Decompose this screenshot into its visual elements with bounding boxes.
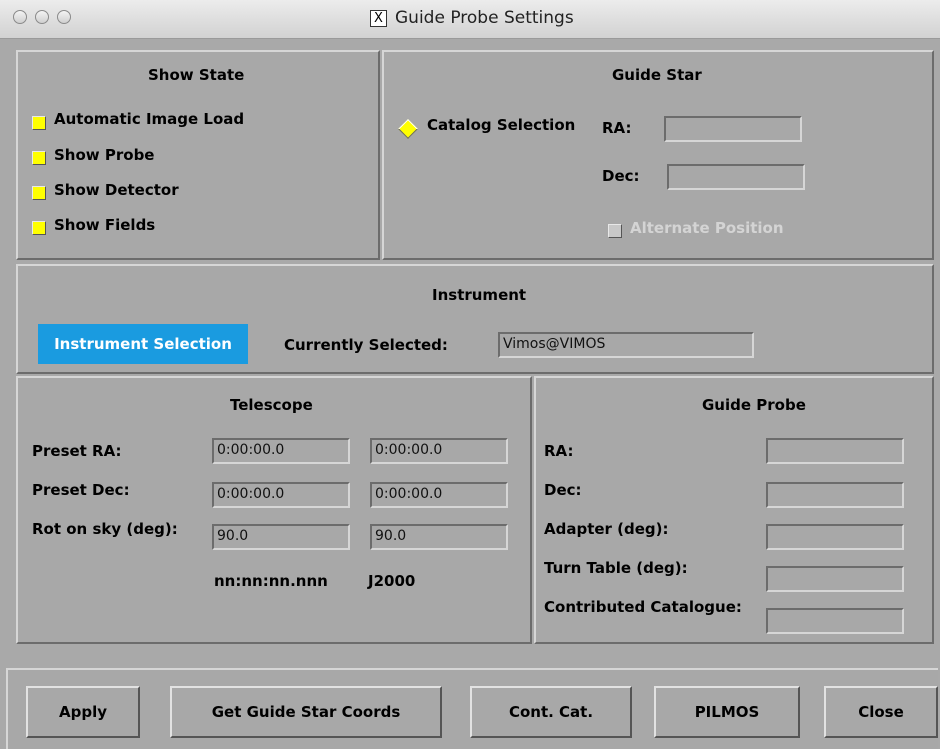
show-state-heading: Show State (148, 66, 245, 84)
zoom-window-icon[interactable] (57, 10, 71, 24)
close-window-icon[interactable] (13, 10, 27, 24)
preset-dec-field-2[interactable]: 0:00:00.0 (370, 482, 508, 508)
guide-star-dec-field[interactable] (667, 164, 805, 190)
adapter-field[interactable] (766, 524, 904, 550)
show-probe-label: Show Probe (54, 146, 155, 164)
rot-on-sky-field-1[interactable]: 90.0 (212, 524, 350, 550)
currently-selected-field[interactable]: Vimos@VIMOS (498, 332, 754, 358)
guide-star-ra-label: RA: (602, 119, 632, 137)
guide-probe-dec-label: Dec: (544, 481, 582, 499)
turn-table-field[interactable] (766, 566, 904, 592)
guide-probe-panel: Guide Probe RA: Dec: Adapter (deg): Turn… (534, 376, 934, 644)
get-guide-star-coords-button[interactable]: Get Guide Star Coords (170, 686, 442, 738)
contributed-catalogue-label: Contributed Catalogue: (544, 598, 742, 616)
guide-probe-heading: Guide Probe (702, 396, 806, 414)
guide-probe-ra-label: RA: (544, 442, 574, 460)
apply-button[interactable]: Apply (26, 686, 140, 738)
guide-star-dec-label: Dec: (602, 167, 640, 185)
show-probe-checkbox[interactable] (32, 151, 46, 165)
show-detector-checkbox[interactable] (32, 186, 46, 200)
guide-probe-ra-field[interactable] (766, 438, 904, 464)
close-button[interactable]: Close (824, 686, 938, 738)
rot-on-sky-label: Rot on sky (deg): (32, 520, 178, 538)
pilmos-button[interactable]: PILMOS (654, 686, 800, 738)
contributed-catalogue-field[interactable] (766, 608, 904, 634)
show-fields-label: Show Fields (54, 216, 156, 234)
instrument-selection-button[interactable]: Instrument Selection (38, 324, 248, 364)
epoch-label: J2000 (368, 572, 416, 590)
x11-icon: X (370, 10, 387, 27)
turn-table-label: Turn Table (deg): (544, 559, 688, 577)
show-fields-checkbox[interactable] (32, 221, 46, 235)
window-title: Guide Probe Settings (395, 8, 574, 28)
telescope-heading: Telescope (230, 396, 313, 414)
automatic-image-load-checkbox[interactable] (32, 116, 46, 130)
adapter-label: Adapter (deg): (544, 520, 669, 538)
show-detector-label: Show Detector (54, 181, 179, 199)
preset-ra-field-1[interactable]: 0:00:00.0 (212, 438, 350, 464)
alternate-position-checkbox[interactable] (608, 224, 622, 238)
guide-star-heading: Guide Star (612, 66, 702, 84)
preset-dec-field-1[interactable]: 0:00:00.0 (212, 482, 350, 508)
cont-cat-button[interactable]: Cont. Cat. (470, 686, 632, 738)
automatic-image-load-label: Automatic Image Load (54, 110, 245, 128)
show-state-panel: Show State Automatic Image Load Show Pro… (16, 50, 380, 260)
guide-star-panel: Guide Star Catalog Selection RA: Dec: Al… (382, 50, 934, 260)
instrument-panel: Instrument Instrument Selection Currentl… (16, 264, 934, 374)
button-bar: Apply Get Guide Star Coords Cont. Cat. P… (6, 668, 938, 749)
rot-on-sky-field-2[interactable]: 90.0 (370, 524, 508, 550)
preset-ra-field-2[interactable]: 0:00:00.0 (370, 438, 508, 464)
instrument-heading: Instrument (432, 286, 527, 304)
preset-dec-label: Preset Dec: (32, 481, 130, 499)
telescope-panel: Telescope Preset RA: 0:00:00.0 0:00:00.0… (16, 376, 532, 644)
catalog-selection-label[interactable]: Catalog Selection (427, 116, 575, 134)
coordinate-format-hint: nn:nn:nn.nnn (214, 572, 328, 590)
currently-selected-label: Currently Selected: (284, 336, 448, 354)
title-bar: X Guide Probe Settings (0, 0, 940, 39)
minimize-window-icon[interactable] (35, 10, 49, 24)
preset-ra-label: Preset RA: (32, 442, 122, 460)
catalog-selection-radio[interactable] (398, 119, 418, 139)
guide-star-ra-field[interactable] (664, 116, 802, 142)
alternate-position-label: Alternate Position (630, 219, 784, 237)
guide-probe-dec-field[interactable] (766, 482, 904, 508)
